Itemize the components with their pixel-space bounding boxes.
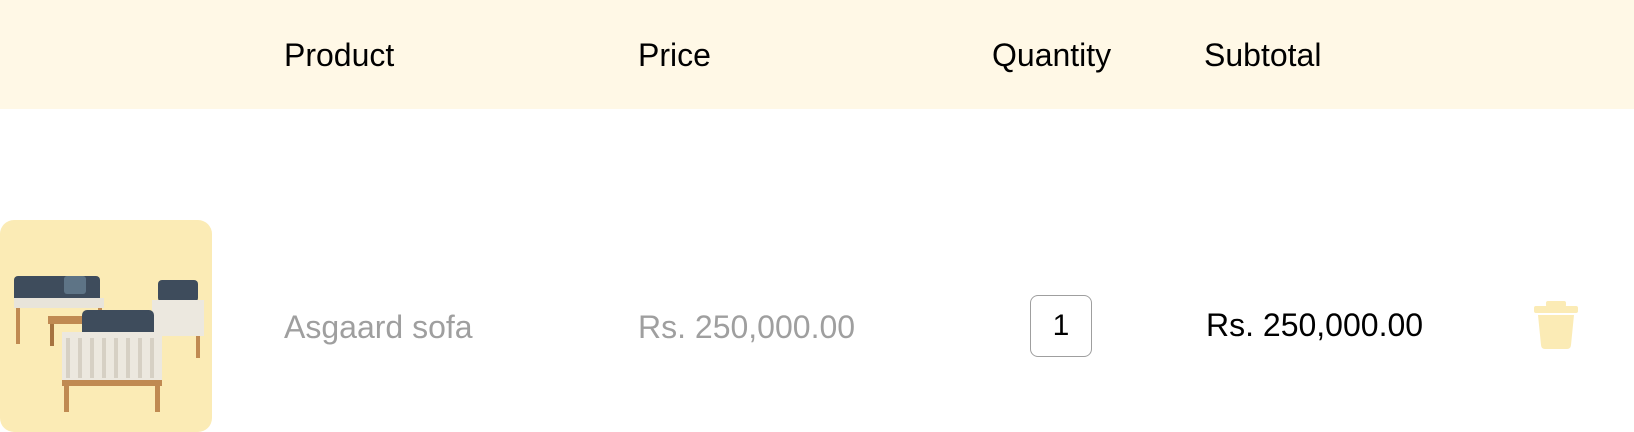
trash-icon[interactable] xyxy=(1534,301,1578,349)
cart-page: Product Price Quantity Subtotal Asgaard … xyxy=(0,0,1634,432)
product-name[interactable]: Asgaard sofa xyxy=(284,307,473,347)
quantity-input[interactable]: 1 xyxy=(1030,295,1092,357)
product-thumbnail xyxy=(0,220,212,432)
header-quantity: Quantity xyxy=(992,37,1112,73)
header-subtotal: Subtotal xyxy=(1204,37,1322,73)
cart-table-header: Product Price Quantity Subtotal xyxy=(0,0,1634,109)
header-price: Price xyxy=(638,37,711,73)
header-product: Product xyxy=(284,37,395,73)
product-price: Rs. 250,000.00 xyxy=(638,309,856,345)
product-subtotal: Rs. 250,000.00 xyxy=(1206,307,1424,343)
sofa-set-image xyxy=(14,276,204,412)
